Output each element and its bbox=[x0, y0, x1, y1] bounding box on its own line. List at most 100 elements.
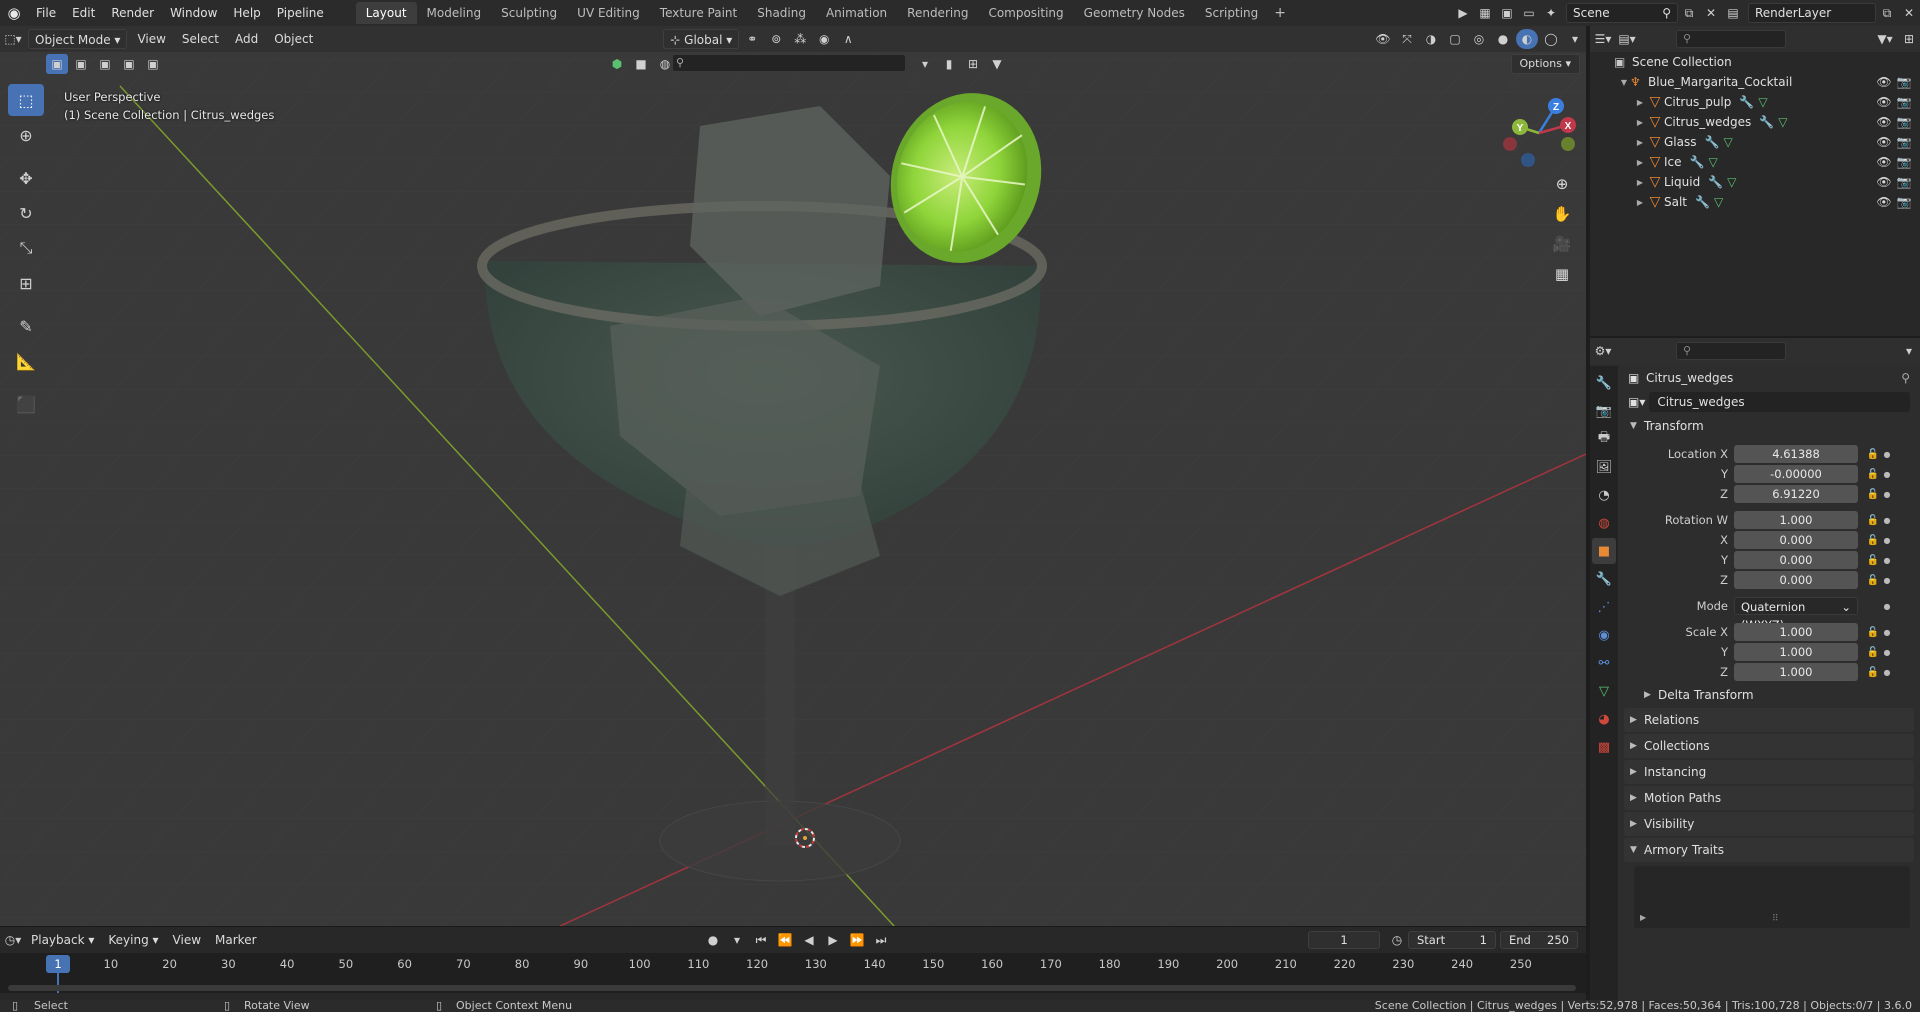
rotate-tool-icon[interactable]: ↻ bbox=[8, 197, 44, 229]
select-box-tool-icon[interactable]: ⬚ bbox=[8, 84, 44, 116]
tab-geometry-nodes[interactable]: Geometry Nodes bbox=[1074, 2, 1195, 24]
properties-editor-type-icon[interactable]: ⚙▾ bbox=[1592, 341, 1614, 361]
eye-icon[interactable]: 👁 bbox=[1874, 155, 1894, 169]
modifier-icon[interactable]: 🔧 bbox=[1759, 115, 1774, 129]
camera-icon[interactable]: 📷 bbox=[1894, 195, 1914, 209]
scene-selector-icon[interactable]: ✦ bbox=[1541, 3, 1561, 23]
location-y-field[interactable]: -0.00000 bbox=[1734, 465, 1858, 483]
keyframe-dot-icon[interactable]: ● bbox=[1882, 602, 1892, 611]
camera-icon[interactable]: 📷 bbox=[1894, 75, 1914, 89]
outliner-search-input[interactable]: ⚲ bbox=[1676, 30, 1786, 48]
tab-sculpting[interactable]: Sculpting bbox=[491, 2, 567, 24]
camera-icon[interactable]: 📷 bbox=[1894, 155, 1914, 169]
lock-icon[interactable]: 🔓 bbox=[1864, 449, 1882, 460]
pivot-icon[interactable]: ⚭ bbox=[741, 29, 763, 49]
modifier-icon[interactable]: 🔧 bbox=[1739, 95, 1754, 109]
keyframe-dot-icon[interactable]: ● bbox=[1882, 556, 1892, 565]
render-tab-icon[interactable]: 📷 bbox=[1592, 398, 1616, 424]
rotation-w-field[interactable]: 1.000 bbox=[1734, 511, 1858, 529]
add-cube-tool-icon[interactable]: ⬛ bbox=[8, 388, 44, 420]
expand-chevron-icon[interactable]: ▶ bbox=[1634, 198, 1646, 207]
lock-icon[interactable]: 🔓 bbox=[1864, 667, 1882, 678]
tab-compositing[interactable]: Compositing bbox=[978, 2, 1073, 24]
cursor-tool-icon[interactable]: ⊕ bbox=[8, 119, 44, 151]
keyframe-dot-icon[interactable]: ● bbox=[1882, 648, 1892, 657]
rotation-y-field[interactable]: 0.000 bbox=[1734, 551, 1858, 569]
location-x-field[interactable]: 4.61388 bbox=[1734, 445, 1858, 463]
start-frame-field[interactable]: Start 1 bbox=[1408, 931, 1496, 949]
instancing-panel-header[interactable]: ▶ Instancing bbox=[1624, 760, 1914, 784]
outliner-editor-type-icon[interactable]: ☰▾ bbox=[1592, 29, 1614, 49]
timeline-ruler[interactable]: 1 11020304050607080901001101201301401501… bbox=[0, 953, 1586, 993]
expand-chevron-icon[interactable]: ▶ bbox=[1634, 118, 1646, 127]
gizmo-neg-x-icon[interactable] bbox=[1503, 137, 1517, 151]
editor-type-icon[interactable]: ⬚▾ bbox=[2, 29, 24, 49]
tab-rendering[interactable]: Rendering bbox=[897, 2, 978, 24]
lock-icon[interactable]: 🔓 bbox=[1864, 627, 1882, 638]
pin-properties-icon[interactable]: ⚲ bbox=[1901, 371, 1910, 385]
tab-shading[interactable]: Shading bbox=[747, 2, 816, 24]
menu-render[interactable]: Render bbox=[103, 0, 162, 26]
proportional-edit-icon[interactable]: ◉ bbox=[813, 29, 835, 49]
new-scene-icon[interactable]: ⧉ bbox=[1679, 3, 1699, 23]
filter-icon[interactable]: ▼ bbox=[986, 54, 1008, 74]
menu-pipeline[interactable]: Pipeline bbox=[269, 0, 332, 26]
scale-z-field[interactable]: 1.000 bbox=[1734, 663, 1858, 681]
pan-hand-icon[interactable]: ✋ bbox=[1548, 200, 1576, 228]
navigation-gizmo[interactable]: Z X Y bbox=[1498, 92, 1580, 174]
menu-view[interactable]: View bbox=[131, 29, 171, 49]
eye-icon[interactable]: 👁 bbox=[1874, 135, 1894, 149]
mesh-filter-icon[interactable]: ■ bbox=[630, 54, 652, 74]
timeline-editor-type-icon[interactable]: ◷▾ bbox=[2, 930, 24, 950]
measure-tool-icon[interactable]: 📐 bbox=[8, 345, 44, 377]
preview-range-icon[interactable]: ◷ bbox=[1386, 930, 1408, 950]
mesh-data-icon[interactable]: ▽ bbox=[1758, 95, 1767, 109]
lock-icon[interactable]: 🔓 bbox=[1864, 647, 1882, 658]
mesh-data-icon[interactable]: ▽ bbox=[1723, 135, 1732, 149]
add-workspace-icon[interactable]: + bbox=[1268, 5, 1292, 21]
modifier-icon[interactable]: 🔧 bbox=[1708, 175, 1723, 189]
keyframe-dot-icon[interactable]: ● bbox=[1882, 470, 1892, 479]
lock-icon[interactable]: 🔓 bbox=[1864, 469, 1882, 480]
transform-tool-icon[interactable]: ⊞ bbox=[8, 267, 44, 299]
object-name-field[interactable]: Citrus_wedges bbox=[1649, 392, 1910, 412]
expand-chevron-icon[interactable]: ▼ bbox=[1618, 78, 1630, 87]
data-tab-icon[interactable]: ▽ bbox=[1592, 678, 1616, 704]
tab-animation[interactable]: Animation bbox=[816, 2, 897, 24]
expand-chevron-icon[interactable]: ▶ bbox=[1634, 158, 1646, 167]
modifier-icon[interactable]: 🔧 bbox=[1705, 135, 1720, 149]
rotation-mode-dropdown[interactable]: Quaternion (WXYZ) ⌄ bbox=[1734, 597, 1858, 632]
mesh-data-icon[interactable]: ▽ bbox=[1727, 175, 1736, 189]
options-button[interactable]: Options ▾ bbox=[1510, 54, 1580, 74]
relations-panel-header[interactable]: ▶ Relations bbox=[1624, 708, 1914, 732]
record-options-icon[interactable]: ▾ bbox=[726, 930, 748, 950]
camera-icon[interactable]: 📷 bbox=[1894, 135, 1914, 149]
menu-timeline-view[interactable]: View bbox=[166, 933, 208, 947]
wireframe-shading-icon[interactable]: ◎ bbox=[1468, 29, 1490, 49]
menu-keying[interactable]: Keying ▾ bbox=[101, 933, 165, 947]
folder-icon[interactable]: ▭ bbox=[1519, 3, 1539, 23]
end-frame-field[interactable]: End 250 bbox=[1500, 931, 1578, 949]
move-tool-icon[interactable]: ✥ bbox=[8, 162, 44, 194]
gizmo-neg-y-icon[interactable] bbox=[1561, 137, 1575, 151]
solid-shading-icon[interactable]: ● bbox=[1492, 29, 1514, 49]
expand-chevron-icon[interactable]: ▶ bbox=[1634, 98, 1646, 107]
camera-icon[interactable]: 📷 bbox=[1894, 175, 1914, 189]
viewport-search-input[interactable]: ⚲ bbox=[672, 54, 906, 72]
select-extend-icon[interactable]: ▣ bbox=[70, 54, 92, 74]
scale-x-field[interactable]: 1.000 bbox=[1734, 623, 1858, 641]
list-expand-icon[interactable]: ▶ bbox=[1640, 913, 1646, 922]
rendered-shading-icon[interactable]: ◯ bbox=[1540, 29, 1562, 49]
mesh-data-icon[interactable]: ▽ bbox=[1708, 155, 1717, 169]
modifier-tab-icon[interactable]: 🔧 bbox=[1592, 566, 1616, 592]
object-tab-icon[interactable]: ■ bbox=[1592, 538, 1616, 564]
rotation-z-field[interactable]: 0.000 bbox=[1734, 571, 1858, 589]
lock-icon[interactable]: 🔓 bbox=[1864, 555, 1882, 566]
select-new-icon[interactable]: ▣ bbox=[46, 54, 68, 74]
render-icon[interactable]: ▶ bbox=[1453, 3, 1473, 23]
texture-tab-icon[interactable]: ▩ bbox=[1592, 734, 1616, 760]
gizmo-toggle-icon[interactable]: ⤧ bbox=[1396, 29, 1418, 49]
view-layer-tab-icon[interactable]: 🖼 bbox=[1592, 454, 1616, 480]
outliner-row-collection[interactable]: ▼ ♆ Blue_Margarita_Cocktail 👁 📷 bbox=[1590, 72, 1920, 92]
object-datablock-icon[interactable]: ▣▾ bbox=[1628, 395, 1645, 409]
